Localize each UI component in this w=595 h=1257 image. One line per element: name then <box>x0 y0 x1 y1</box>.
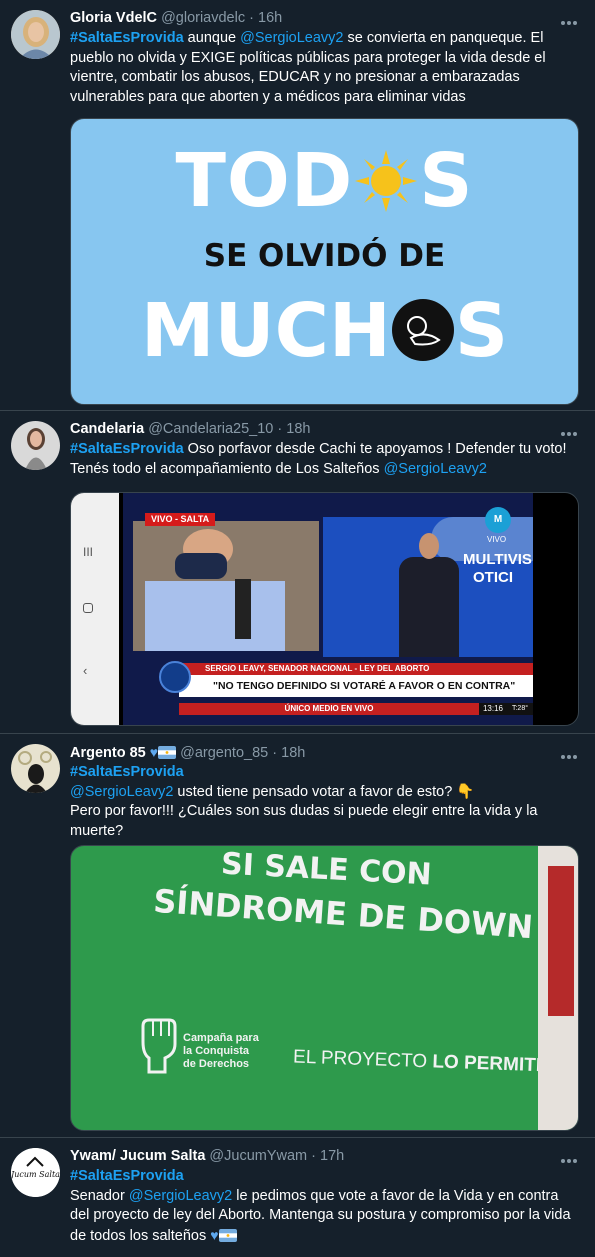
tweet-text: #SaltaEsProvida Senador @SergioLeavy2 le… <box>70 1167 581 1246</box>
blue-heart-icon: ♥ <box>149 744 159 760</box>
screen-text: OTICI <box>473 569 513 586</box>
video-frame: VIVO - SALTA MULTIVIS OTICI M VIVO SERGI… <box>123 493 533 725</box>
live-badge: VIVO - SALTA <box>145 513 216 526</box>
program-logo <box>159 661 191 693</box>
lower-third-quote: "NO TENGO DEFINIDO SI VOTARÉ A FAVOR O E… <box>179 675 533 697</box>
timestamp[interactable]: 18h <box>286 421 310 437</box>
user-handle[interactable]: @JucumYwam <box>209 1148 307 1164</box>
mention-link[interactable]: @SergioLeavy2 <box>129 1188 232 1204</box>
image-text: Campaña para <box>183 1032 259 1044</box>
wall-edge <box>538 846 578 1130</box>
image-text: LO PERMITE <box>432 1051 549 1077</box>
timestamp[interactable]: 17h <box>320 1148 344 1164</box>
hashtag-link[interactable]: #SaltaEsProvida <box>70 441 184 457</box>
display-name[interactable]: Argento 85 <box>70 745 146 761</box>
channel-logo-label: VIVO <box>487 535 507 544</box>
back-icon: ‹ <box>83 663 88 678</box>
separator-dot: · <box>272 745 278 761</box>
image-text: SÍNDROME DE DOWN <box>152 881 535 947</box>
timestamp[interactable]: 16h <box>258 10 282 26</box>
avatar[interactable] <box>11 10 60 59</box>
more-options-icon[interactable] <box>561 746 579 759</box>
baby-icon <box>391 297 455 361</box>
tweet[interactable]: Jucum Salta Ywam/ Jucum Salta @JucumYwam… <box>0 1138 595 1257</box>
mention-link[interactable]: @SergioLeavy2 <box>240 30 343 46</box>
blue-heart-icon: ♥ <box>210 1226 219 1243</box>
image-text: EL PROYECTO <box>292 1046 433 1073</box>
recent-apps-icon: III <box>83 545 94 559</box>
tweet-text: #SaltaEsProvida aunque @SergioLeavy2 se … <box>70 29 581 107</box>
user-handle[interactable]: @Candelaria25_10 <box>148 421 273 437</box>
tweet[interactable]: Gloria VdelC @gloriavdelc · 16h #SaltaEs… <box>0 0 595 411</box>
image-text: S <box>419 138 474 224</box>
argentina-flag-icon <box>218 1228 237 1242</box>
text-fragment: usted tiene pensado votar a favor de est… <box>173 783 475 800</box>
lower-third-title: SERGIO LEAVY, SENADOR NACIONAL - LEY DEL… <box>179 663 533 675</box>
argentina-flag-icon <box>158 746 177 759</box>
separator-dot: · <box>311 1148 317 1164</box>
hashtag-link[interactable]: #SaltaEsProvida <box>70 764 184 780</box>
user-handle[interactable]: @argento_85 <box>180 745 268 761</box>
home-icon <box>83 603 93 613</box>
tweet-image[interactable]: III ‹ VIVO - SALTA MULTIVIS OTICI M VIVO… <box>70 492 579 726</box>
lower-third-ticker: ÚNICO MEDIO EN VIVO <box>179 703 479 715</box>
avatar[interactable]: Jucum Salta <box>11 1148 60 1197</box>
timestamp[interactable]: 18h <box>281 745 305 761</box>
more-options-icon[interactable] <box>561 1150 579 1163</box>
tweet[interactable]: Candelaria @Candelaria25_10 · 18h #Salta… <box>0 411 595 734</box>
lower-third-clock: 13:16 <box>479 703 507 715</box>
screen-text: MULTIVIS <box>463 551 532 568</box>
text-fragment: aunque <box>183 30 241 46</box>
more-options-icon[interactable] <box>561 423 579 436</box>
avatar[interactable] <box>11 421 60 470</box>
text-fragment: Pero por favor!!! ¿Cuáles son sus dudas … <box>70 803 538 839</box>
more-options-icon[interactable] <box>561 12 579 25</box>
mention-link[interactable]: @SergioLeavy2 <box>70 784 173 800</box>
display-name[interactable]: Candelaria <box>70 421 144 437</box>
image-text: de Derechos <box>183 1058 250 1070</box>
channel-logo: M <box>485 507 511 533</box>
sun-icon <box>353 148 419 214</box>
image-text: MUCH <box>140 288 391 374</box>
hashtag-link[interactable]: #SaltaEsProvida <box>70 1168 184 1184</box>
fist-icon <box>135 1014 183 1074</box>
tweet[interactable]: Argento 85 ♥ @argento_85 · 18h #SaltaEsP… <box>0 734 595 1138</box>
separator-dot: · <box>277 421 283 437</box>
image-text: SE OLVIDÓ DE <box>203 238 446 274</box>
tweet-image[interactable]: SI SALE CON SÍNDROME DE DOWN Campaña par… <box>70 845 579 1131</box>
mention-link[interactable]: @SergioLeavy2 <box>384 461 487 477</box>
tweet-text: #SaltaEsProvida @SergioLeavy2 usted tien… <box>70 763 581 841</box>
lower-third-temp: T:28° <box>507 703 533 715</box>
image-text: la Conquista <box>183 1045 250 1057</box>
avatar-text: Jucum Salta <box>11 1170 60 1179</box>
image-text: SI SALE CON <box>220 846 433 893</box>
tweet-text: #SaltaEsProvida Oso porfavor desde Cachi… <box>70 440 581 479</box>
user-handle[interactable]: @gloriavdelc <box>161 10 245 26</box>
image-text: TOD <box>175 138 354 224</box>
image-text: S <box>454 288 509 374</box>
display-name[interactable]: Ywam/ Jucum Salta <box>70 1148 205 1164</box>
tweet-image[interactable]: TOD S SE OLVIDÓ DE MUCH S <box>70 118 579 405</box>
display-name[interactable]: Gloria VdelC <box>70 10 157 26</box>
separator-dot: · <box>249 10 254 26</box>
phone-frame: III ‹ <box>71 493 119 725</box>
text-fragment: Senador <box>70 1187 129 1204</box>
avatar[interactable] <box>11 744 60 793</box>
hashtag-link[interactable]: #SaltaEsProvida <box>70 30 184 46</box>
